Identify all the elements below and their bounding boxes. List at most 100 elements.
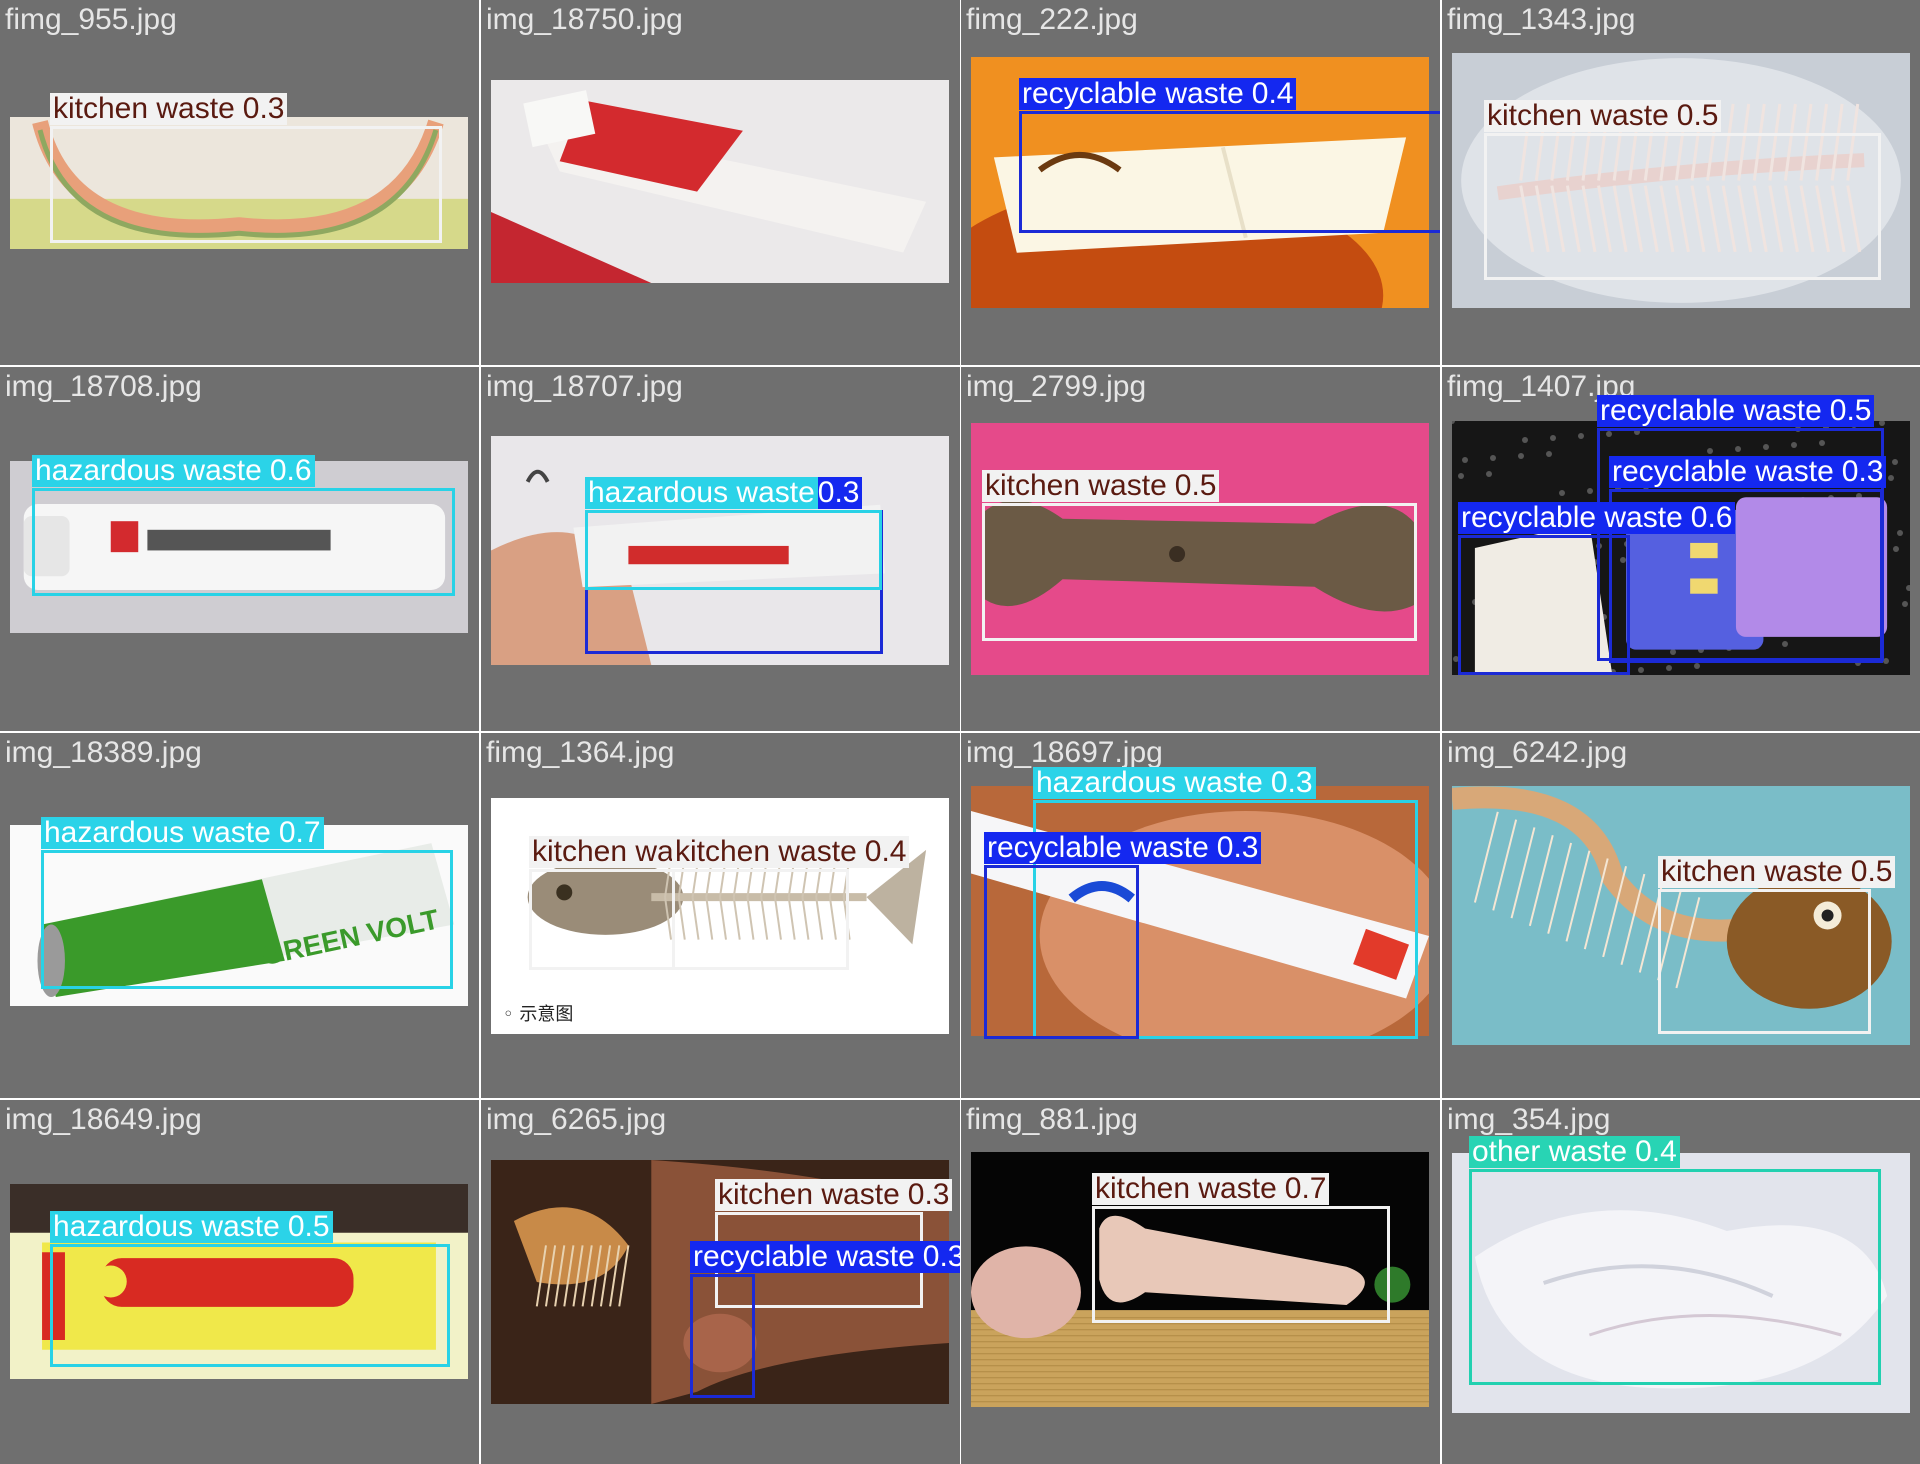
- detection-label: kitchen waste0.4: [672, 836, 910, 868]
- detection-label: recyclable waste0.3: [690, 1241, 960, 1273]
- image-filename: img_18649.jpg: [5, 1103, 202, 1136]
- detection-confidence: 0.5: [1174, 470, 1217, 502]
- result-tile: fimg_955.jpg kitchen waste 0.3: [0, 0, 479, 365]
- detection-box: [1469, 1169, 1881, 1385]
- image-filename: img_18750.jpg: [486, 3, 683, 36]
- detection-box: [50, 126, 442, 243]
- detection-class: kitchen waste: [1661, 856, 1843, 888]
- detection-confidence: 0.5: [287, 1211, 330, 1243]
- detection-box: [41, 850, 453, 989]
- detection-label: kitchen waste 0.3: [715, 1179, 953, 1211]
- result-tile: img_6242.jpg kitchen waste 0.5: [1442, 733, 1920, 1098]
- result-tile: img_18389.jpg GREEN VOLT hazardous waste 0…: [0, 733, 479, 1098]
- detection-box: [672, 869, 849, 970]
- detection-class: kitchen waste: [1487, 100, 1669, 132]
- result-tile: fimg_1343.jpg kitchen waste 0.5: [1442, 0, 1920, 365]
- detection-box: [984, 865, 1139, 1039]
- detection-confidence: 0.5: [1850, 856, 1893, 888]
- result-tile: img_18697.jpg hazardous waste 0.3 recyclab…: [961, 733, 1440, 1098]
- detection-label: other waste 0.4: [1469, 1136, 1680, 1168]
- detection-confidence: 0.4: [1251, 78, 1294, 110]
- detection-confidence: 0.4: [864, 836, 907, 868]
- result-tile: img_18649.jpg hazardous waste 0.5: [0, 1100, 479, 1464]
- detection-class: hazardous waste: [1036, 767, 1263, 799]
- detection-class: recyclable waste: [1612, 456, 1834, 488]
- detection-class: hazardous waste: [53, 1211, 280, 1243]
- image-filename: fimg_1364.jpg: [486, 736, 675, 769]
- result-tile: fimg_881.jpg kitchen waste 0.7: [961, 1100, 1440, 1464]
- detection-label: hazardous waste 0.3: [1033, 767, 1316, 799]
- image-filename: img_6265.jpg: [486, 1103, 667, 1136]
- image-filename: img_18708.jpg: [5, 370, 202, 403]
- sample-photo: [491, 80, 949, 283]
- photo-caption: ◦ 示意图: [503, 1004, 574, 1025]
- result-tile: img_18708.jpg hazardous waste 0.6: [0, 367, 479, 731]
- detection-class: hazardous waste: [35, 455, 262, 487]
- detection-confidence: 0.4: [1635, 1136, 1677, 1168]
- detection-confidence: 0.3: [242, 93, 285, 125]
- image-filename: img_6242.jpg: [1447, 736, 1628, 769]
- result-tile: img_18707.jpg recyclable waste0.3hazardo…: [481, 367, 960, 731]
- detection-box: [1458, 535, 1630, 675]
- result-tile: img_6265.jpg kitchen waste 0.3 recyclable …: [481, 1100, 960, 1464]
- detection-confidence: 0.3: [907, 1179, 950, 1211]
- detection-box: [32, 488, 455, 596]
- detection-box: [585, 510, 882, 590]
- image-filename: img_18697.jpg: [966, 736, 1163, 769]
- detection-label: recyclable waste 0.6: [1458, 502, 1736, 534]
- image-filename: fimg_955.jpg: [5, 3, 177, 36]
- detection-label: kitchen waste 0.7: [1092, 1173, 1330, 1205]
- detection-label: recyclable waste0.3: [1609, 456, 1887, 488]
- detection-class: kitchen waste: [675, 836, 857, 868]
- image-filename: img_18707.jpg: [486, 370, 683, 403]
- result-tile: img_18750.jpg: [481, 0, 960, 365]
- image-filename: img_354.jpg: [1447, 1103, 1611, 1136]
- detection-confidence: 0.7: [1284, 1173, 1327, 1205]
- detection-confidence: 0.3: [1270, 767, 1313, 799]
- detection-confidence: 0.3: [1841, 456, 1884, 488]
- detection-box: [50, 1244, 450, 1367]
- detection-class: recyclable waste: [693, 1241, 915, 1273]
- detection-box: [1019, 111, 1440, 233]
- result-tile: img_2799.jpg kitchen waste 0.5: [961, 367, 1440, 731]
- detection-class: recyclable waste: [987, 832, 1209, 864]
- detection-confidence: 0.7: [278, 817, 321, 849]
- detection-label: kitchen waste 0.5: [982, 470, 1220, 502]
- detection-label: recyclable waste0.3: [984, 832, 1262, 864]
- detection-class: recyclable waste: [1461, 502, 1683, 534]
- image-filename: fimg_222.jpg: [966, 3, 1138, 36]
- detection-label: recyclable waste 0.5: [1597, 395, 1875, 427]
- detection-label: hazardous waste 0.6: [32, 455, 315, 487]
- detection-class: other waste: [1472, 1136, 1628, 1168]
- result-tile: img_354.jpg other waste 0.4: [1442, 1100, 1920, 1464]
- detection-confidence: 0.3: [1216, 832, 1259, 864]
- detection-label: recyclable waste 0.4: [1019, 78, 1297, 110]
- detection-class: hazardous waste: [588, 477, 815, 509]
- detection-label: kitchen waste 0.5: [1658, 856, 1896, 888]
- detection-box: [1484, 133, 1881, 280]
- detection-confidence: 0.6: [1690, 502, 1733, 534]
- detection-box: [690, 1274, 755, 1398]
- detection-label: hazardous waste 0.7: [41, 817, 324, 849]
- detection-class: kitchen waste: [53, 93, 235, 125]
- result-tile: fimg_222.jpg recyclable waste 0.4: [961, 0, 1440, 365]
- detection-class: recyclable waste: [1022, 78, 1244, 110]
- detection-label: hazardous waste 0.5: [50, 1211, 333, 1243]
- detection-class: kitchen waste: [718, 1179, 900, 1211]
- image-filename: fimg_881.jpg: [966, 1103, 1138, 1136]
- detection-confidence: 0.5: [1676, 100, 1719, 132]
- detection-box: [1092, 1206, 1390, 1323]
- detection-label: kitchen waste 0.3: [50, 93, 288, 125]
- image-filename: fimg_1343.jpg: [1447, 3, 1636, 36]
- detection-label: hazardous waste: [585, 477, 818, 509]
- detection-class: kitchen waste: [1095, 1173, 1277, 1205]
- result-tile: fimg_1364.jpg ◦ 示意图 kitchen waste0.4kitch…: [481, 733, 960, 1098]
- detection-class: recyclable waste: [1600, 395, 1822, 427]
- detection-confidence: 0.5: [1829, 395, 1872, 427]
- detection-class: kitchen waste: [985, 470, 1167, 502]
- detection-class: hazardous waste: [44, 817, 271, 849]
- detection-confidence: 0.6: [269, 455, 312, 487]
- detection-box: [982, 503, 1417, 641]
- detection-label: kitchen waste 0.5: [1484, 100, 1722, 132]
- detection-grid: fimg_955.jpg kitchen waste 0.3 img_18750.j…: [0, 0, 1920, 1464]
